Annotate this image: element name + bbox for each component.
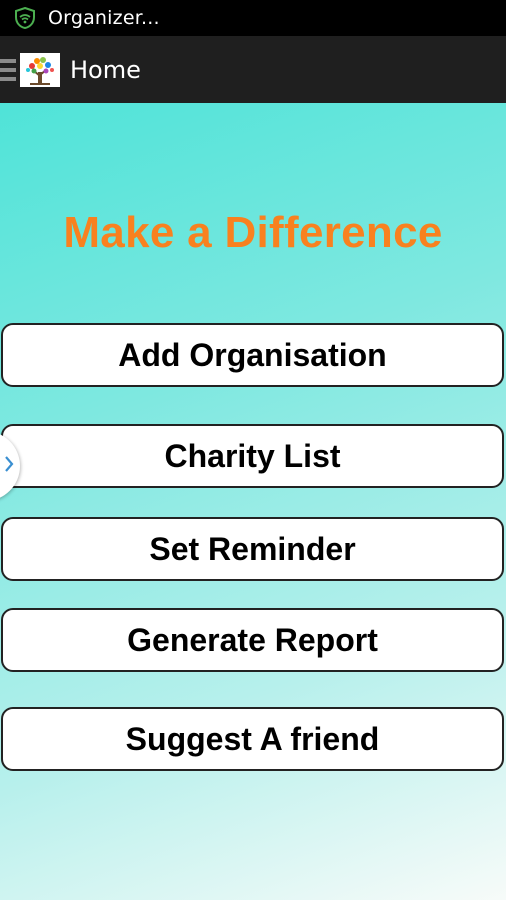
chevron-right-icon <box>4 454 14 478</box>
status-notification-title: Organizer... <box>48 7 160 29</box>
main-content: Make a Difference Add Organisation Chari… <box>0 103 506 900</box>
shield-wifi-icon <box>14 6 36 30</box>
tree-logo-icon[interactable] <box>20 52 60 87</box>
headline: Make a Difference <box>63 208 443 257</box>
suggest-a-friend-button[interactable]: Suggest A friend <box>1 707 504 771</box>
status-bar: Organizer... <box>0 0 506 36</box>
add-organisation-button[interactable]: Add Organisation <box>1 323 504 387</box>
generate-report-button[interactable]: Generate Report <box>1 608 504 672</box>
action-bar: Home <box>0 36 506 103</box>
charity-list-button[interactable]: Charity List <box>1 424 504 488</box>
page-title: Home <box>70 55 141 84</box>
hamburger-icon[interactable] <box>0 58 16 81</box>
set-reminder-button[interactable]: Set Reminder <box>1 517 504 581</box>
